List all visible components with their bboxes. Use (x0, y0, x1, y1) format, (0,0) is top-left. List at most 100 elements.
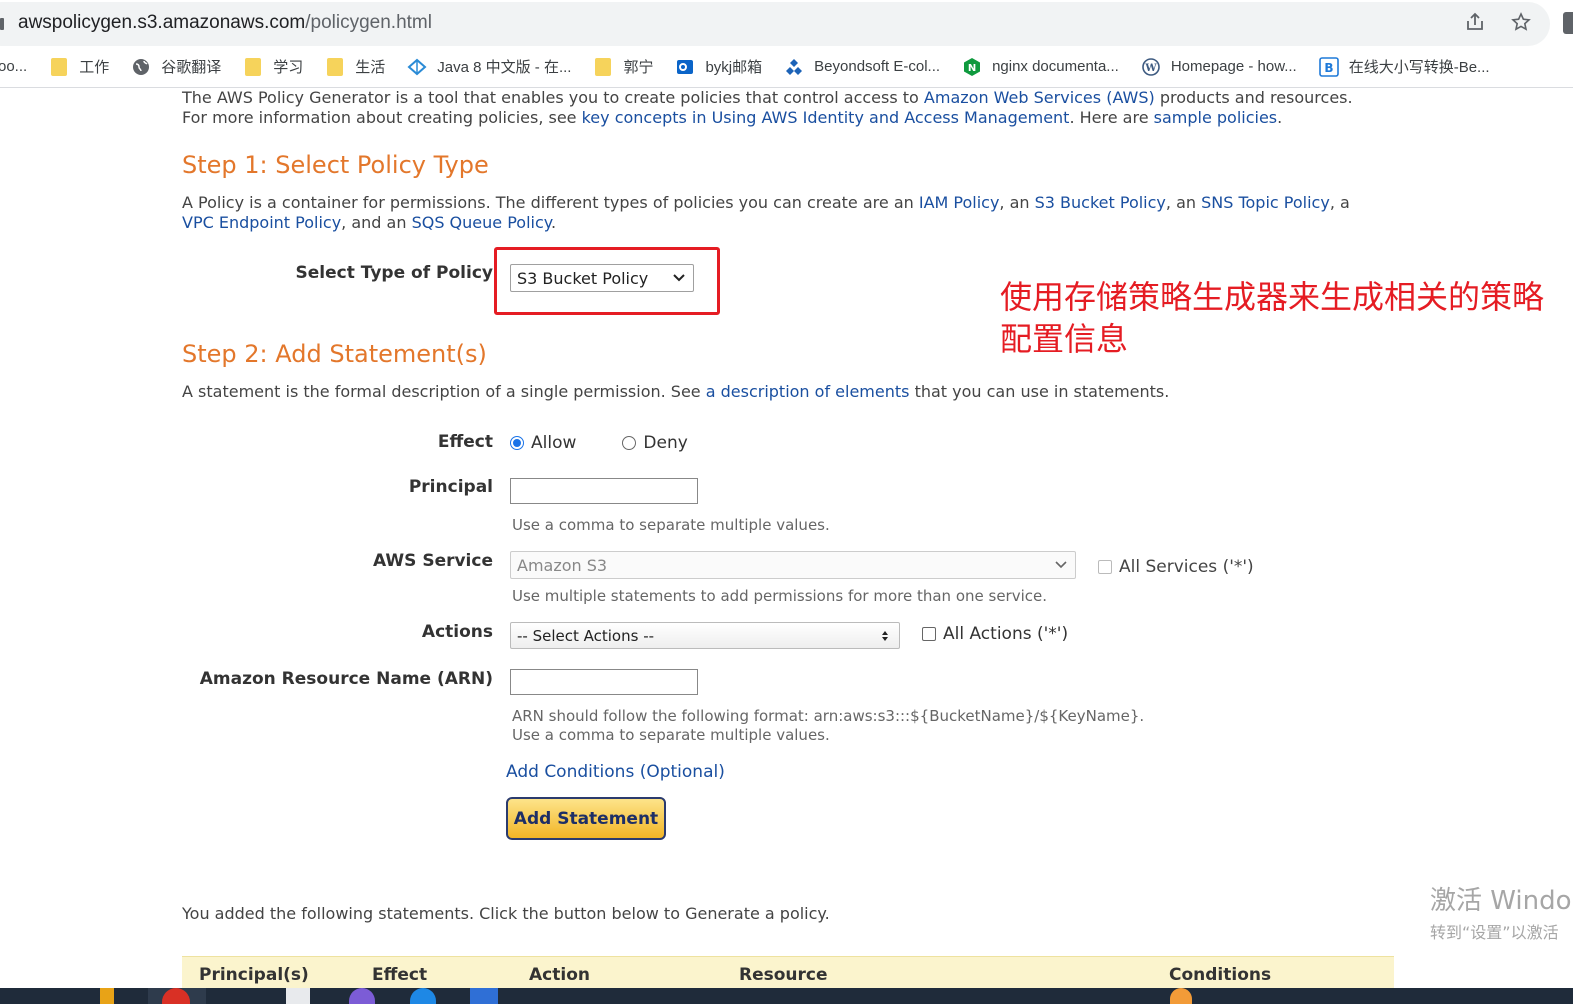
intro-text-1: The AWS Policy Generator is a tool that … (182, 88, 924, 107)
step1-text: , and an (341, 213, 412, 232)
key-concepts-link[interactable]: key concepts in Using AWS Identity and A… (582, 108, 1070, 127)
url-text[interactable]: awspolicygen.s3.amazonaws.com/policygen.… (18, 12, 432, 34)
wordpress-icon: W (1141, 57, 1161, 77)
policy-type-label: Select Type of Policy (295, 263, 493, 283)
folder-icon (325, 57, 345, 77)
bookmark-label: 在线大小写转换-Be... (1348, 59, 1490, 76)
aws-service-select[interactable]: Amazon S3 (510, 551, 1076, 579)
step2-title: Step 2: Add Statement(s) (182, 340, 487, 368)
sns-topic-policy-link[interactable]: SNS Topic Policy (1201, 193, 1330, 212)
lock-icon[interactable] (0, 18, 4, 30)
all-actions-option: All Actions ('*') (922, 624, 1068, 644)
intro-text-2: products and resources. (1154, 88, 1353, 107)
taskbar-tray-icon[interactable] (1170, 988, 1192, 1004)
aws-service-value: Amazon S3 (517, 555, 608, 575)
taskbar-app-icon[interactable] (470, 988, 498, 1004)
statements-intro: You added the following statements. Clic… (182, 904, 830, 923)
highlight-frame (494, 247, 720, 315)
watermark-title: 激活 Windo (1430, 886, 1572, 916)
actions-label: Actions (421, 622, 493, 642)
intro-text-4: . Here are (1069, 108, 1154, 127)
step1-title: Step 1: Select Policy Type (182, 151, 489, 179)
deny-radio[interactable] (622, 436, 637, 450)
bookmark-item[interactable]: Java 8 中文版 - 在... (407, 56, 571, 77)
effect-label: Effect (437, 432, 493, 452)
bookmark-item[interactable]: Nnginx documenta... (962, 57, 1119, 77)
step1-description: A Policy is a container for permissions.… (182, 193, 1402, 233)
vpc-endpoint-policy-link[interactable]: VPC Endpoint Policy (182, 213, 341, 232)
allow-radio[interactable] (510, 436, 524, 450)
all-services-checkbox[interactable] (1098, 560, 1112, 574)
url-path: /policygen.html (305, 12, 432, 33)
step1-text: . (550, 213, 557, 232)
share-icon[interactable] (1463, 10, 1487, 34)
iam-policy-link[interactable]: IAM Policy (919, 193, 1000, 212)
arn-hint: ARN should follow the following format: … (512, 707, 1144, 745)
bookmarks-bar: oo... 工作 谷歌翻译 学习 生活 Java 8 中文版 - 在... 郭宁… (0, 46, 1573, 88)
arn-input[interactable] (510, 669, 698, 695)
bookmark-folder[interactable]: 郭宁 (593, 56, 653, 77)
bookmark-label: Java 8 中文版 - 在... (437, 59, 572, 76)
principal-label: Principal (408, 477, 493, 497)
folder-icon (243, 57, 263, 77)
beyondsoft-icon (784, 57, 804, 77)
column-resource: Resource (739, 965, 828, 985)
taskbar-app-icon[interactable] (349, 988, 375, 1004)
deny-label: Deny (643, 433, 688, 453)
bookmark-label: bykj邮箱 (705, 59, 763, 76)
add-statement-button[interactable]: Add Statement (506, 797, 666, 840)
bookmark-item[interactable]: W Homepage - how... (1141, 57, 1297, 77)
globe-icon (131, 57, 151, 77)
taskbar-explorer-icon[interactable] (100, 988, 114, 1004)
all-actions-label: All Actions ('*') (943, 624, 1069, 644)
description-of-elements-link[interactable]: a description of elements (706, 382, 910, 401)
annotation-text: 使用存储策略生成器来生成相关的策略配置信息 (1000, 278, 1545, 358)
bookmark-label: 学习 (273, 59, 304, 76)
all-actions-checkbox[interactable] (922, 627, 936, 641)
activation-watermark: 激活 Windo 转到“设置”以激活 (1430, 880, 1572, 943)
aws-link[interactable]: Amazon Web Services (AWS) (924, 88, 1155, 107)
intro-text-5: . (1277, 108, 1283, 127)
address-bar: awspolicygen.s3.amazonaws.com/policygen.… (0, 0, 1573, 46)
sqs-queue-policy-link[interactable]: SQS Queue Policy (412, 213, 551, 232)
column-action: Action (529, 965, 590, 985)
url-host: awspolicygen.s3.amazonaws.com (18, 12, 306, 33)
diamond-icon (407, 57, 427, 77)
extension-icon[interactable] (1563, 12, 1573, 34)
step2-description: A statement is the formal description of… (182, 382, 1402, 402)
actions-value: -- Select Actions -- (517, 626, 655, 645)
bookmark-label: Homepage - how... (1170, 58, 1297, 75)
taskbar-app-icon[interactable] (286, 988, 310, 1004)
step2-text: that you can use in statements. (909, 382, 1170, 401)
arn-hint-format: ARN should follow the following format: … (512, 707, 1145, 725)
actions-select[interactable]: -- Select Actions -- (510, 622, 900, 649)
arn-hint-comma: Use a comma to separate multiple values. (512, 726, 830, 744)
chevron-down-icon (1053, 557, 1069, 573)
s3-bucket-policy-link[interactable]: S3 Bucket Policy (1035, 193, 1166, 212)
taskbar-app-icon[interactable] (410, 988, 436, 1004)
outlook-icon (675, 57, 695, 77)
bookmark-item[interactable]: B 在线大小写转换-Be... (1318, 56, 1490, 77)
service-hint: Use multiple statements to add permissio… (512, 587, 1047, 605)
column-effect: Effect (372, 965, 428, 985)
bookmark-folder[interactable]: 学习 (243, 56, 303, 77)
star-icon[interactable] (1509, 10, 1533, 34)
folder-icon (49, 57, 69, 77)
bookmark-item[interactable]: 谷歌翻译 (131, 56, 221, 77)
bookmark-item[interactable]: Beyondsoft E-col... (784, 57, 940, 77)
bookmark-folder[interactable]: 生活 (325, 56, 385, 77)
bookmark-label: nginx documenta... (992, 58, 1119, 75)
watermark-subtitle: 转到“设置”以激活 (1430, 923, 1559, 942)
bookmark-folder[interactable]: 工作 (49, 56, 109, 77)
step1-text: A Policy is a container for permissions.… (182, 193, 919, 212)
add-conditions-link[interactable]: Add Conditions (Optional) (506, 762, 725, 782)
principal-input[interactable] (510, 478, 698, 504)
intro-text-3: For more information about creating poli… (182, 108, 582, 127)
bookmark-item[interactable]: bykj邮箱 (675, 56, 762, 77)
step1-text: , a (1329, 193, 1350, 212)
step1-text: , an (1165, 193, 1202, 212)
aws-service-label: AWS Service (373, 551, 493, 571)
sample-policies-link[interactable]: sample policies (1154, 108, 1278, 127)
b-icon: B (1318, 56, 1339, 77)
bookmark-item[interactable]: oo... (0, 58, 27, 75)
